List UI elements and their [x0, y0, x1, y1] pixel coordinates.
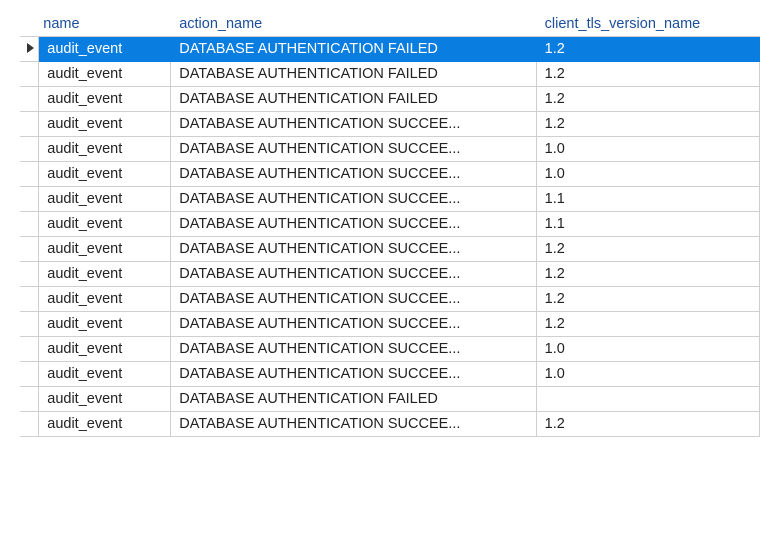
table-row[interactable]: audit_eventDATABASE AUTHENTICATION SUCCE… — [21, 212, 760, 237]
cell-action[interactable]: DATABASE AUTHENTICATION SUCCEE... — [171, 262, 536, 287]
table-row[interactable]: audit_eventDATABASE AUTHENTICATION SUCCE… — [21, 362, 760, 387]
row-selector-gutter[interactable] — [21, 187, 39, 212]
row-selector-gutter[interactable] — [21, 137, 39, 162]
cell-tls[interactable]: 1.2 — [536, 312, 759, 337]
cell-action[interactable]: DATABASE AUTHENTICATION SUCCEE... — [171, 362, 536, 387]
current-row-indicator-icon — [27, 43, 34, 53]
cell-tls[interactable]: 1.0 — [536, 162, 759, 187]
cell-name[interactable]: audit_event — [39, 212, 171, 237]
cell-tls[interactable]: 1.2 — [536, 237, 759, 262]
cell-action[interactable]: DATABASE AUTHENTICATION SUCCEE... — [171, 312, 536, 337]
cell-action[interactable]: DATABASE AUTHENTICATION SUCCEE... — [171, 212, 536, 237]
row-selector-gutter[interactable] — [21, 212, 39, 237]
cell-tls[interactable]: 1.0 — [536, 337, 759, 362]
cell-action[interactable]: DATABASE AUTHENTICATION SUCCEE... — [171, 112, 536, 137]
table-row[interactable]: audit_eventDATABASE AUTHENTICATION FAILE… — [21, 387, 760, 412]
cell-name[interactable]: audit_event — [39, 162, 171, 187]
cell-name[interactable]: audit_event — [39, 37, 171, 62]
cell-action[interactable]: DATABASE AUTHENTICATION SUCCEE... — [171, 137, 536, 162]
cell-name[interactable]: audit_event — [39, 112, 171, 137]
column-header-name[interactable]: name — [39, 10, 171, 37]
cell-tls[interactable] — [536, 387, 759, 412]
table-row[interactable]: audit_eventDATABASE AUTHENTICATION SUCCE… — [21, 337, 760, 362]
cell-action[interactable]: DATABASE AUTHENTICATION FAILED — [171, 62, 536, 87]
row-selector-gutter[interactable] — [21, 237, 39, 262]
cell-action[interactable]: DATABASE AUTHENTICATION SUCCEE... — [171, 162, 536, 187]
cell-name[interactable]: audit_event — [39, 387, 171, 412]
row-selector-gutter[interactable] — [21, 37, 39, 62]
cell-name[interactable]: audit_event — [39, 412, 171, 437]
cell-action[interactable]: DATABASE AUTHENTICATION FAILED — [171, 87, 536, 112]
cell-action[interactable]: DATABASE AUTHENTICATION SUCCEE... — [171, 187, 536, 212]
cell-tls[interactable]: 1.2 — [536, 37, 759, 62]
cell-name[interactable]: audit_event — [39, 337, 171, 362]
table-row[interactable]: audit_eventDATABASE AUTHENTICATION FAILE… — [21, 87, 760, 112]
cell-action[interactable]: DATABASE AUTHENTICATION FAILED — [171, 37, 536, 62]
cell-tls[interactable]: 1.1 — [536, 212, 759, 237]
cell-name[interactable]: audit_event — [39, 262, 171, 287]
cell-name[interactable]: audit_event — [39, 312, 171, 337]
cell-tls[interactable]: 1.2 — [536, 262, 759, 287]
cell-tls[interactable]: 1.2 — [536, 62, 759, 87]
row-selector-gutter[interactable] — [21, 262, 39, 287]
cell-action[interactable]: DATABASE AUTHENTICATION SUCCEE... — [171, 237, 536, 262]
cell-action[interactable]: DATABASE AUTHENTICATION SUCCEE... — [171, 287, 536, 312]
row-selector-gutter[interactable] — [21, 87, 39, 112]
row-selector-gutter[interactable] — [21, 312, 39, 337]
table-row[interactable]: audit_eventDATABASE AUTHENTICATION SUCCE… — [21, 162, 760, 187]
cell-tls[interactable]: 1.1 — [536, 187, 759, 212]
column-header-row: name action_name client_tls_version_name — [21, 10, 760, 37]
column-header-tls[interactable]: client_tls_version_name — [536, 10, 759, 37]
table-row[interactable]: audit_eventDATABASE AUTHENTICATION SUCCE… — [21, 187, 760, 212]
table-row[interactable]: audit_eventDATABASE AUTHENTICATION SUCCE… — [21, 312, 760, 337]
cell-name[interactable]: audit_event — [39, 87, 171, 112]
row-selector-gutter[interactable] — [21, 412, 39, 437]
table-row[interactable]: audit_eventDATABASE AUTHENTICATION FAILE… — [21, 62, 760, 87]
cell-tls[interactable]: 1.2 — [536, 287, 759, 312]
table-row[interactable]: audit_eventDATABASE AUTHENTICATION SUCCE… — [21, 112, 760, 137]
row-selector-gutter[interactable] — [21, 162, 39, 187]
row-selector-gutter-header — [21, 10, 39, 37]
table-row[interactable]: audit_eventDATABASE AUTHENTICATION SUCCE… — [21, 137, 760, 162]
cell-tls[interactable]: 1.2 — [536, 87, 759, 112]
table-row[interactable]: audit_eventDATABASE AUTHENTICATION SUCCE… — [21, 262, 760, 287]
cell-action[interactable]: DATABASE AUTHENTICATION SUCCEE... — [171, 337, 536, 362]
cell-name[interactable]: audit_event — [39, 362, 171, 387]
cell-tls[interactable]: 1.2 — [536, 412, 759, 437]
row-selector-gutter[interactable] — [21, 362, 39, 387]
column-header-action[interactable]: action_name — [171, 10, 536, 37]
cell-name[interactable]: audit_event — [39, 237, 171, 262]
cell-tls[interactable]: 1.2 — [536, 112, 759, 137]
row-selector-gutter[interactable] — [21, 337, 39, 362]
cell-name[interactable]: audit_event — [39, 187, 171, 212]
cell-name[interactable]: audit_event — [39, 287, 171, 312]
cell-action[interactable]: DATABASE AUTHENTICATION FAILED — [171, 387, 536, 412]
row-selector-gutter[interactable] — [21, 62, 39, 87]
table-row[interactable]: audit_eventDATABASE AUTHENTICATION SUCCE… — [21, 237, 760, 262]
row-selector-gutter[interactable] — [21, 287, 39, 312]
row-selector-gutter[interactable] — [21, 112, 39, 137]
results-grid[interactable]: name action_name client_tls_version_name… — [20, 10, 760, 437]
cell-tls[interactable]: 1.0 — [536, 362, 759, 387]
cell-action[interactable]: DATABASE AUTHENTICATION SUCCEE... — [171, 412, 536, 437]
cell-tls[interactable]: 1.0 — [536, 137, 759, 162]
row-selector-gutter[interactable] — [21, 387, 39, 412]
cell-name[interactable]: audit_event — [39, 62, 171, 87]
table-row[interactable]: audit_eventDATABASE AUTHENTICATION SUCCE… — [21, 412, 760, 437]
table-row[interactable]: audit_eventDATABASE AUTHENTICATION FAILE… — [21, 37, 760, 62]
cell-name[interactable]: audit_event — [39, 137, 171, 162]
table-row[interactable]: audit_eventDATABASE AUTHENTICATION SUCCE… — [21, 287, 760, 312]
